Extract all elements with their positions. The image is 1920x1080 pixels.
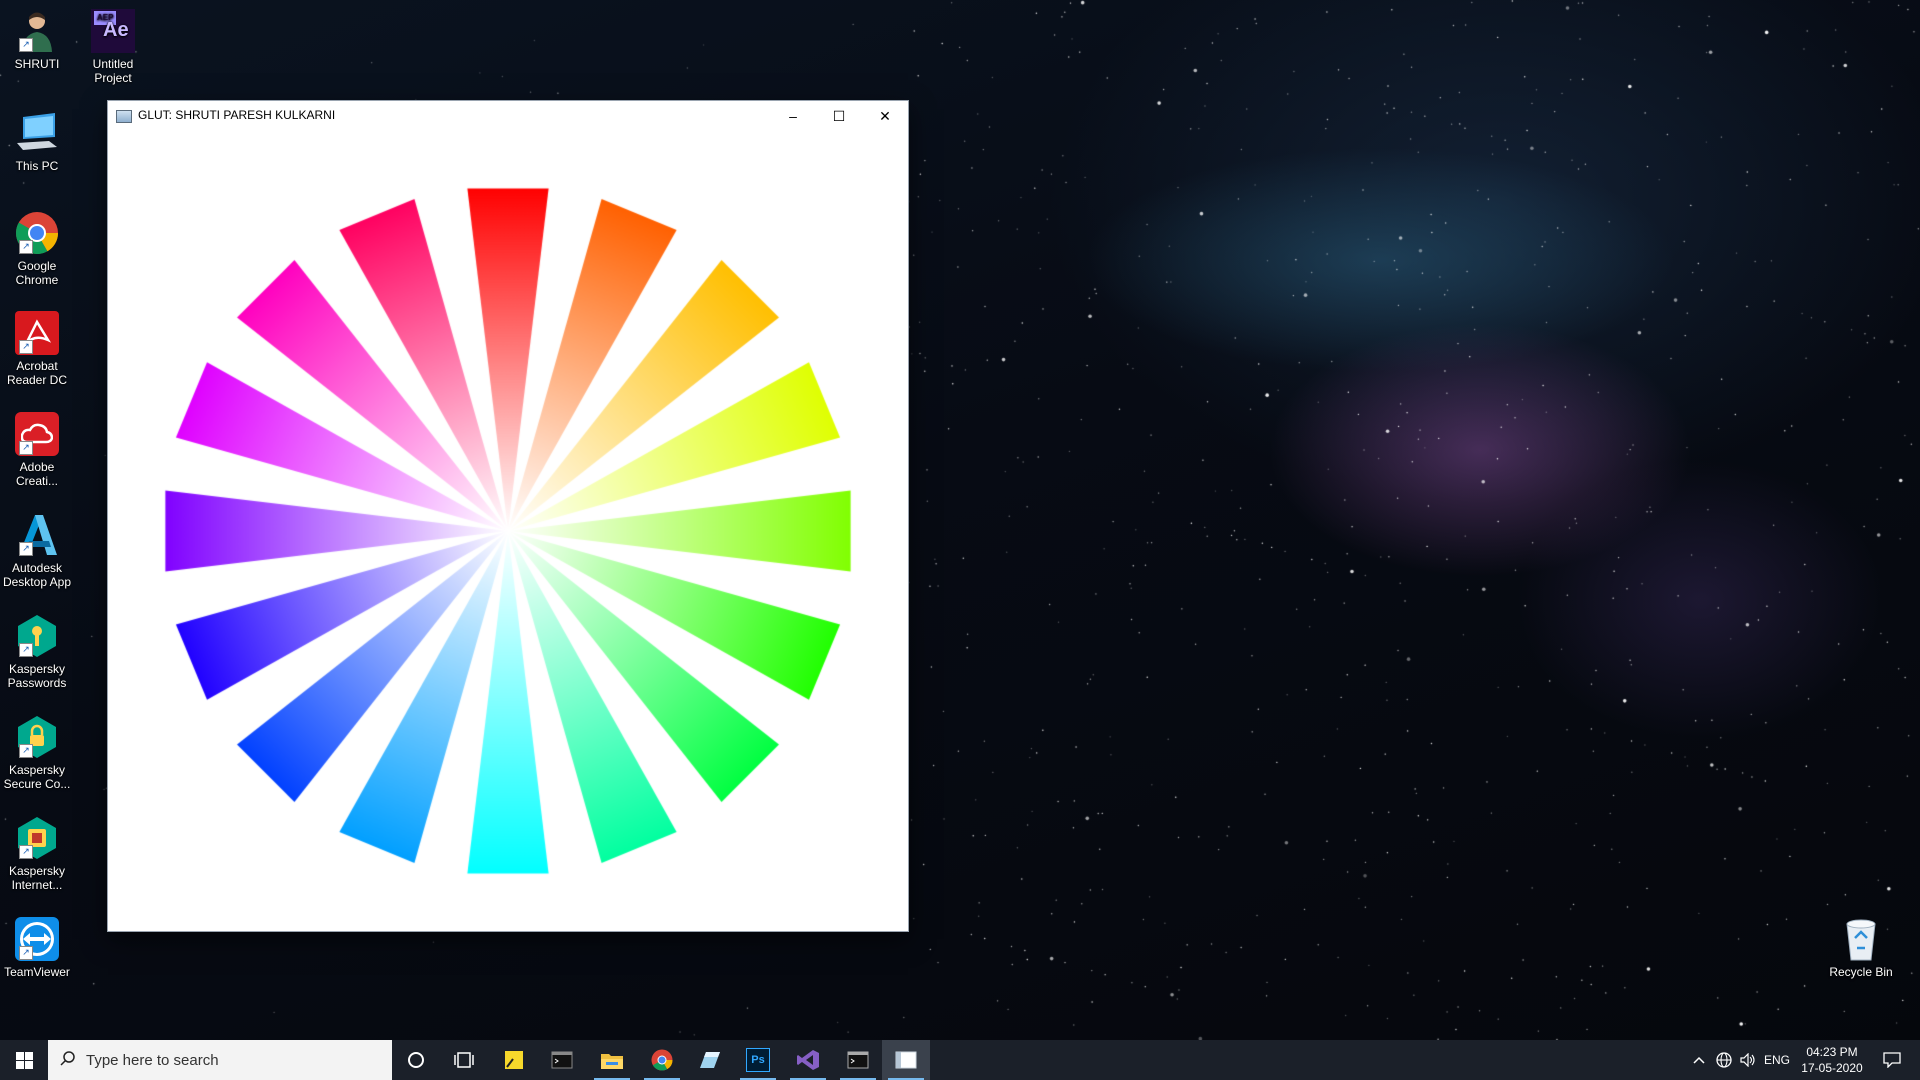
desktop-icon-label: Autodesk Desktop App xyxy=(2,561,72,589)
shortcut-arrow-icon: ↗ xyxy=(19,643,33,657)
desktop-icon-label: Kaspersky Secure Co... xyxy=(3,763,71,791)
kaspersky-password-icon: ↗ xyxy=(14,613,60,659)
desktop-icon-shruti[interactable]: ↗ SHRUTI xyxy=(0,8,77,71)
desktop-icon-adobe-creative-cloud[interactable]: ↗ Adobe Creati... xyxy=(0,411,77,488)
desktop-icon-label: Acrobat Reader DC xyxy=(6,359,68,387)
cortana-icon xyxy=(408,1052,424,1068)
taskbar-chrome[interactable] xyxy=(638,1040,686,1080)
ae-glyph: Ae xyxy=(103,19,129,41)
desktop-icon-label: SHRUTI xyxy=(14,57,60,71)
window-title: GLUT: SHRUTI PARESH KULKARNI xyxy=(138,108,336,122)
desktop-icon-label: Kaspersky Internet... xyxy=(8,864,66,892)
cortana-button[interactable] xyxy=(392,1040,440,1080)
desktop-icon-recycle-bin[interactable]: Recycle Bin xyxy=(1821,916,1901,979)
desktop-icon-label: Recycle Bin xyxy=(1829,965,1893,979)
windows-logo-icon xyxy=(15,1051,33,1069)
volume-button[interactable] xyxy=(1736,1040,1760,1080)
start-button[interactable] xyxy=(0,1040,48,1080)
action-center-button[interactable] xyxy=(1872,1040,1912,1080)
speaker-icon xyxy=(1740,1053,1755,1067)
shortcut-arrow-icon: ↗ xyxy=(19,845,33,859)
sticky-notes-icon xyxy=(505,1051,523,1069)
shortcut-arrow-icon: ↗ xyxy=(19,946,33,960)
computer-icon xyxy=(14,110,60,156)
chevron-up-icon xyxy=(1693,1056,1705,1064)
desktop-icon-label: Untitled Project xyxy=(92,57,134,85)
creative-cloud-icon: ↗ xyxy=(14,411,60,457)
recycle-bin-icon xyxy=(1838,916,1884,962)
taskbar-pen-app[interactable] xyxy=(686,1040,734,1080)
kaspersky-vpn-icon: ↗ xyxy=(14,714,60,760)
desktop-icon-kaspersky-internet[interactable]: ↗ Kaspersky Internet... xyxy=(0,815,77,892)
search-placeholder: Type here to search xyxy=(86,1051,219,1069)
task-view-button[interactable] xyxy=(440,1040,488,1080)
taskbar-sticky-notes[interactable] xyxy=(490,1040,538,1080)
desktop-icon-google-chrome[interactable]: ↗ Google Chrome xyxy=(0,210,77,287)
photoshop-icon: Ps xyxy=(746,1048,770,1072)
shortcut-arrow-icon: ↗ xyxy=(19,340,33,354)
file-explorer-icon xyxy=(601,1054,623,1069)
maximize-button[interactable]: ☐ xyxy=(816,101,862,131)
glut-app-icon xyxy=(895,1051,917,1069)
search-icon xyxy=(60,1050,76,1070)
color-wheel-canvas[interactable] xyxy=(108,131,908,931)
shortcut-arrow-icon: ↗ xyxy=(19,38,33,52)
visual-studio-icon xyxy=(797,1050,819,1070)
desktop-icon-teamviewer[interactable]: ↗ TeamViewer xyxy=(0,916,77,979)
desktop-icon-this-pc[interactable]: This PC xyxy=(0,110,77,173)
globe-icon xyxy=(1716,1052,1732,1068)
chrome-icon: ↗ xyxy=(14,210,60,256)
desktop-icon-untitled-project[interactable]: AEP Ae Untitled Project xyxy=(73,8,153,85)
user-icon: ↗ xyxy=(14,8,60,54)
desktop-icon-kaspersky-passwords[interactable]: ↗ Kaspersky Passwords xyxy=(0,613,77,690)
acrobat-icon: ↗ xyxy=(14,310,60,356)
desktop-icon-kaspersky-secure-connection[interactable]: ↗ Kaspersky Secure Co... xyxy=(0,714,77,791)
taskbar-visual-studio[interactable] xyxy=(784,1040,832,1080)
taskbar-file-explorer[interactable] xyxy=(588,1040,636,1080)
kaspersky-internet-icon: ↗ xyxy=(14,815,60,861)
taskbar-terminal[interactable] xyxy=(538,1040,586,1080)
shortcut-arrow-icon: ↗ xyxy=(19,744,33,758)
minimize-button[interactable]: – xyxy=(770,101,816,131)
network-button[interactable] xyxy=(1712,1040,1736,1080)
desktop-icon-label: TeamViewer xyxy=(4,965,70,979)
autodesk-icon: ↗ xyxy=(14,512,60,558)
taskbar-clock[interactable]: 04:23 PM 17-05-2020 xyxy=(1792,1044,1872,1076)
shortcut-arrow-icon: ↗ xyxy=(19,542,33,556)
taskbar-photoshop[interactable]: Ps xyxy=(734,1040,782,1080)
input-language-button[interactable]: ENG xyxy=(1762,1040,1792,1080)
shortcut-arrow-icon: ↗ xyxy=(19,441,33,455)
desktop-icon-label: Kaspersky Passwords xyxy=(7,662,67,690)
close-button[interactable]: ✕ xyxy=(862,101,908,131)
terminal-icon xyxy=(551,1051,573,1069)
pen-icon xyxy=(700,1052,720,1068)
task-view-icon xyxy=(454,1052,474,1068)
desktop-icon-acrobat[interactable]: ↗ Acrobat Reader DC xyxy=(0,310,77,387)
window-title-bar[interactable]: GLUT: SHRUTI PARESH KULKARNI – ☐ ✕ xyxy=(108,101,908,131)
chrome-icon xyxy=(651,1049,673,1071)
desktop-icon-label: Google Chrome xyxy=(15,259,59,287)
show-hidden-icons-button[interactable] xyxy=(1686,1040,1712,1080)
command-prompt-icon xyxy=(847,1051,869,1069)
shortcut-arrow-icon: ↗ xyxy=(19,240,33,254)
desktop-icon-label: Adobe Creati... xyxy=(15,460,58,488)
after-effects-project-icon: AEP Ae xyxy=(90,8,136,54)
notifications-icon xyxy=(1883,1052,1901,1068)
taskbar: Type here to search Ps ENG 04:23 PM 17-0… xyxy=(0,1040,1920,1080)
taskbar-command-prompt[interactable] xyxy=(834,1040,882,1080)
teamviewer-icon: ↗ xyxy=(14,916,60,962)
clock-time: 04:23 PM xyxy=(1806,1045,1858,1059)
desktop-icon-autodesk[interactable]: ↗ Autodesk Desktop App xyxy=(0,512,77,589)
clock-date: 17-05-2020 xyxy=(1801,1061,1863,1075)
desktop-icon-label: This PC xyxy=(15,159,59,173)
glut-window[interactable]: GLUT: SHRUTI PARESH KULKARNI – ☐ ✕ xyxy=(108,101,908,931)
app-window-icon xyxy=(116,110,132,123)
taskbar-search-box[interactable]: Type here to search xyxy=(48,1040,392,1080)
taskbar-glut-app[interactable] xyxy=(882,1040,930,1080)
